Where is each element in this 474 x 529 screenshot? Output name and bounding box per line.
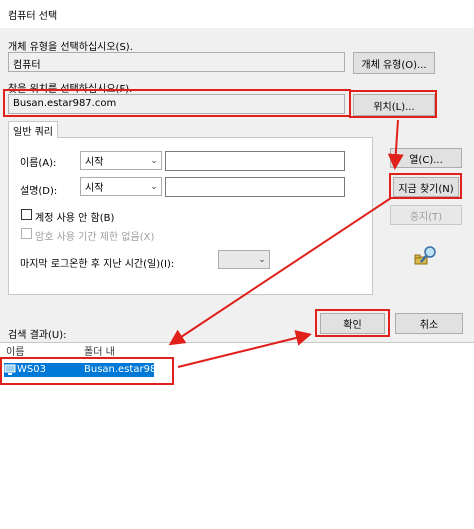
- search-results-label: 검색 결과(U):: [8, 330, 67, 341]
- disabled-accounts-label: 계정 사용 안 함(B): [35, 213, 115, 224]
- title-bar: 컴퓨터 선택: [0, 0, 474, 28]
- window-title: 컴퓨터 선택: [8, 11, 58, 22]
- column-header-folder[interactable]: 폴더 내: [84, 343, 115, 358]
- description-input[interactable]: [165, 177, 345, 197]
- ok-button-highlight: [315, 309, 390, 337]
- non-expiring-password-checkbox: [21, 228, 32, 239]
- days-since-logon-label: 마지막 로그온한 후 지난 시간(일)(I):: [20, 259, 175, 270]
- cancel-button[interactable]: 취소: [395, 313, 463, 334]
- magnifier-icon: [414, 245, 440, 267]
- stop-button: 중지(T): [390, 205, 462, 225]
- find-now-highlight: [389, 173, 462, 199]
- tab-general-query[interactable]: 일반 쿼리: [8, 121, 58, 138]
- location-field-highlight: [3, 89, 351, 117]
- column-header-name[interactable]: 이름: [6, 343, 24, 358]
- name-label: 이름(A):: [20, 158, 57, 169]
- description-mode-select[interactable]: 시작 ⌄: [80, 177, 162, 196]
- name-mode-value: 시작: [85, 157, 104, 168]
- name-mode-select[interactable]: 시작 ⌄: [80, 151, 162, 170]
- description-mode-value: 시작: [85, 183, 104, 194]
- object-type-field: 컴퓨터: [8, 52, 345, 72]
- locations-button-highlight: [349, 90, 437, 118]
- name-input[interactable]: [165, 151, 345, 171]
- object-types-button[interactable]: 개체 유형(O)...: [353, 52, 435, 74]
- chevron-down-icon: ⌄: [150, 181, 158, 192]
- chevron-down-icon: ⌄: [150, 155, 158, 166]
- columns-button[interactable]: 열(C)...: [390, 148, 462, 168]
- result-row-highlight: [0, 357, 174, 385]
- chevron-down-icon: ⌄: [258, 254, 266, 265]
- days-since-logon-select[interactable]: ⌄: [218, 250, 270, 269]
- description-label: 설명(D):: [20, 186, 58, 197]
- object-type-label: 개체 유형을 선택하십시오(S).: [8, 42, 133, 53]
- non-expiring-password-label: 암호 사용 기간 제한 없음(X): [35, 232, 155, 243]
- disabled-accounts-checkbox[interactable]: [21, 209, 32, 220]
